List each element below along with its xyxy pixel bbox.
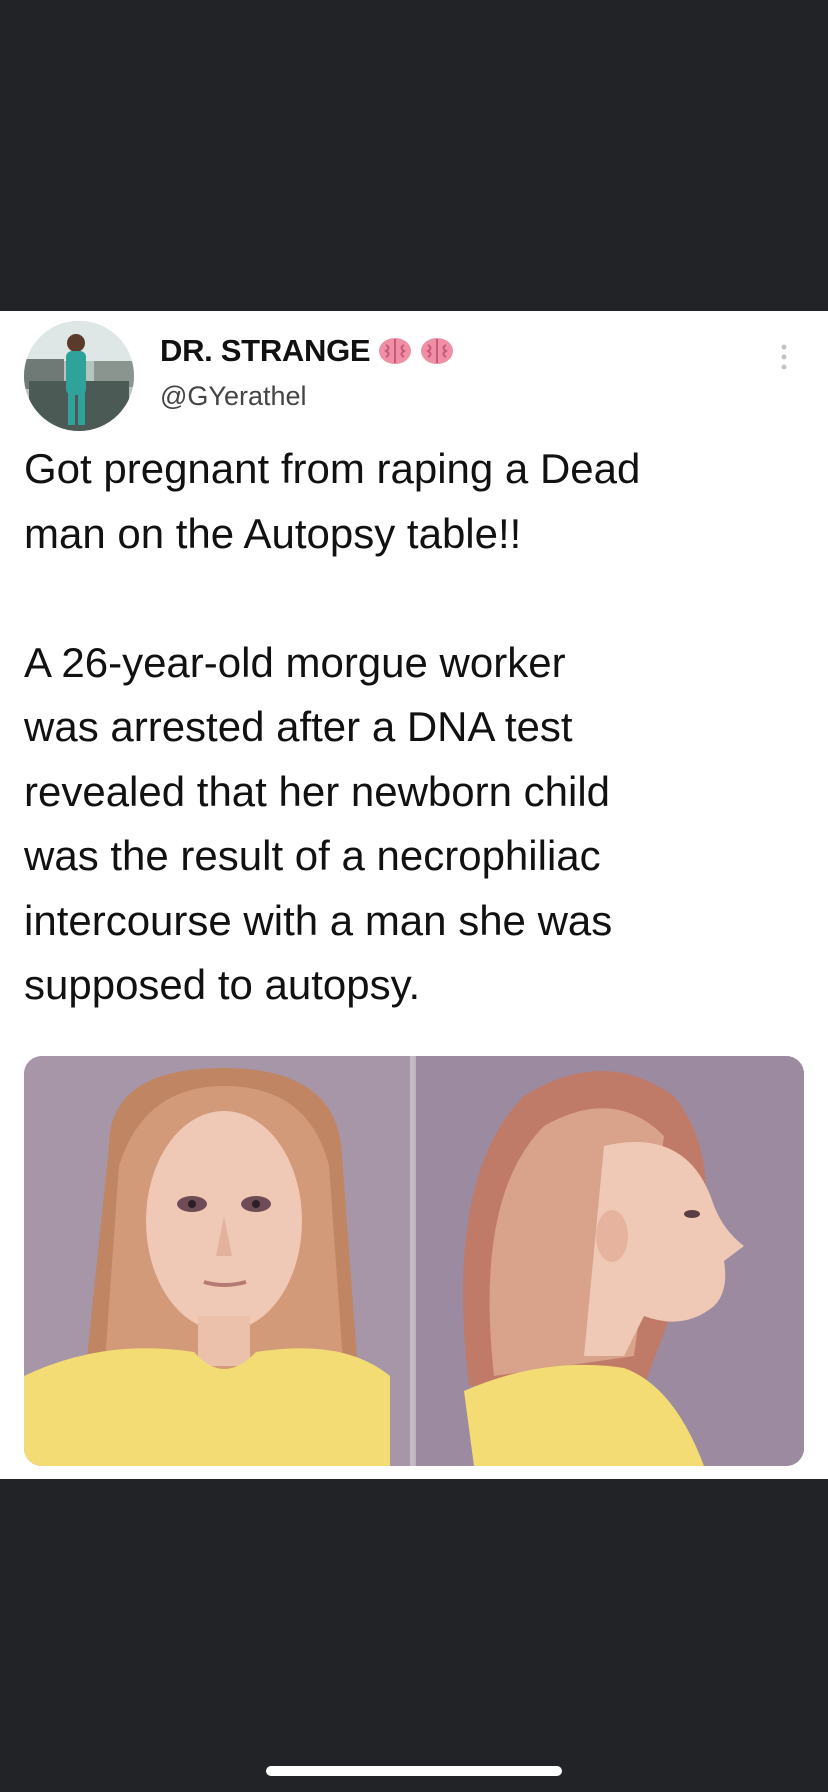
tweet-text-line: was arrested after a DNA test <box>24 703 573 750</box>
display-name[interactable]: DR. STRANGE <box>160 333 371 369</box>
tweet-photo[interactable] <box>24 1056 804 1466</box>
tweet-text-line: man on the Autopsy table!! <box>24 509 522 557</box>
user-handle[interactable]: @GYerathel <box>160 381 307 412</box>
tweet-text-line: A 26-year-old morgue worker <box>24 638 566 686</box>
avatar[interactable] <box>24 321 134 431</box>
brain-emoji-icon <box>420 336 454 366</box>
tweet-card[interactable]: DR. STRANGE @GYerathel Got pregnant from… <box>0 311 828 1479</box>
home-indicator[interactable] <box>266 1766 562 1776</box>
tweet-text-line: revealed that her newborn child <box>24 767 611 815</box>
tweet-text-line: Got pregnant from raping a Dead <box>24 445 641 492</box>
tweet-text-line: was the result of a necrophiliac <box>24 832 601 879</box>
screen: DR. STRANGE @GYerathel Got pregnant from… <box>0 0 828 1792</box>
display-name-row: DR. STRANGE <box>160 329 454 373</box>
tweet-text: Got pregnant from raping a Dead man on t… <box>24 437 804 1018</box>
brain-emoji-icon <box>378 336 412 366</box>
tweet-text-line: supposed to autopsy. <box>24 961 421 1008</box>
vertical-ellipsis-icon[interactable] <box>776 339 792 379</box>
tweet-text-line: intercourse with a man she was <box>24 896 613 944</box>
